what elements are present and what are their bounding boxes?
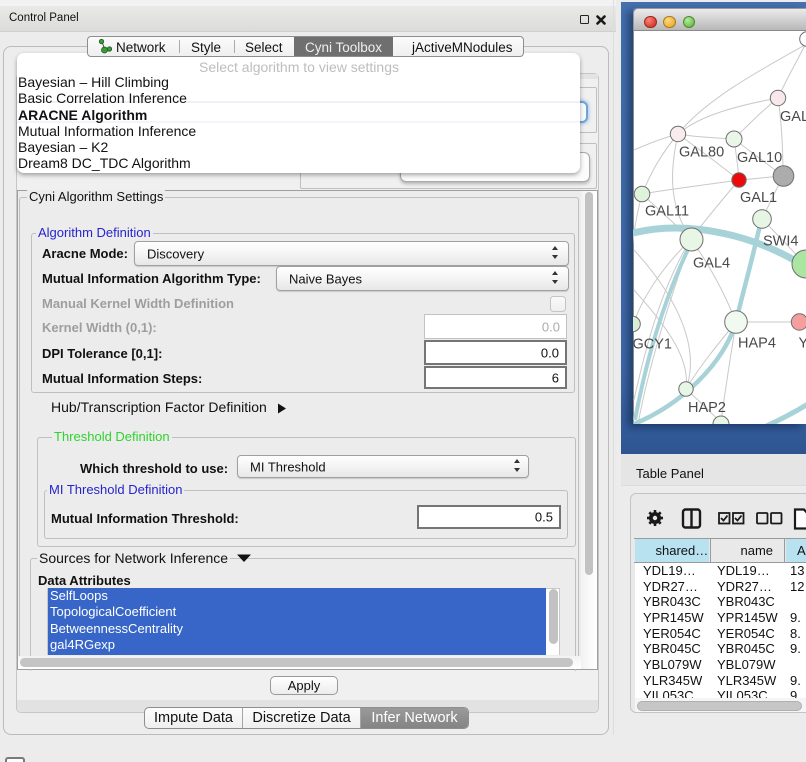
svg-text:GCY1: GCY1	[633, 337, 672, 353]
svg-text:GAL4: GAL4	[693, 256, 730, 272]
svg-text:GAL10: GAL10	[737, 150, 782, 166]
svg-text:GAL7: GAL7	[780, 109, 806, 125]
svg-text:HAP4: HAP4	[738, 336, 776, 352]
svg-text:Y: Y	[799, 336, 806, 352]
svg-text:SWI4: SWI4	[763, 234, 798, 250]
svg-text:GAL80: GAL80	[679, 145, 724, 161]
svg-text:GAL1: GAL1	[740, 190, 777, 206]
svg-text:GAL11: GAL11	[645, 204, 689, 220]
svg-text:HAP2: HAP2	[688, 400, 726, 416]
